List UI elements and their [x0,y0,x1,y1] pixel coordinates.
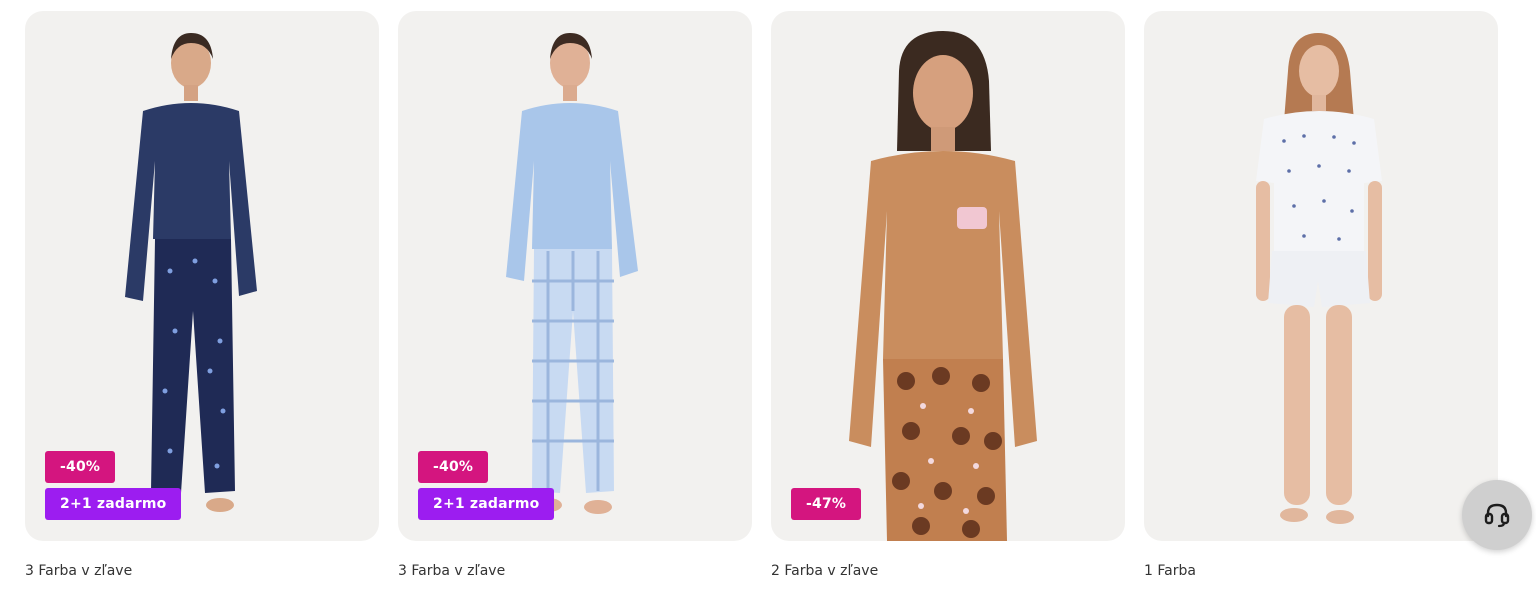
product-image[interactable]: -40% 2+1 zadarmo [398,11,752,541]
promo-badge: 2+1 zadarmo [418,488,555,520]
color-count-text[interactable]: 3 Farba v zľave [398,563,505,579]
promo-badge: 2+1 zadarmo [45,488,182,520]
headset-icon [1484,503,1510,528]
color-count-text[interactable]: 1 Farba [1144,563,1196,579]
product-image[interactable]: -47% [771,11,1125,541]
product-card[interactable]: -40% 2+1 zadarmo 3 Farba v zľave [398,11,752,579]
discount-badge: -40% [418,451,489,483]
product-card[interactable]: -47% 2 Farba v zľave [771,11,1125,579]
product-grid: -40% 2+1 zadarmo 3 Farba v zľave -40% 2+… [0,0,1536,591]
product-image[interactable]: -40% 2+1 zadarmo [25,11,379,541]
model-illustration [1256,33,1382,524]
model-illustration [849,31,1037,541]
discount-badge: -47% [791,488,862,520]
product-image[interactable] [1144,11,1498,541]
discount-badge: -40% [45,451,116,483]
color-count-text[interactable]: 3 Farba v zľave [25,563,132,579]
color-count-text[interactable]: 2 Farba v zľave [771,563,878,579]
product-card[interactable]: 1 Farba [1144,11,1498,579]
product-card[interactable]: -40% 2+1 zadarmo 3 Farba v zľave [25,11,379,579]
support-chat-button[interactable] [1462,480,1532,550]
